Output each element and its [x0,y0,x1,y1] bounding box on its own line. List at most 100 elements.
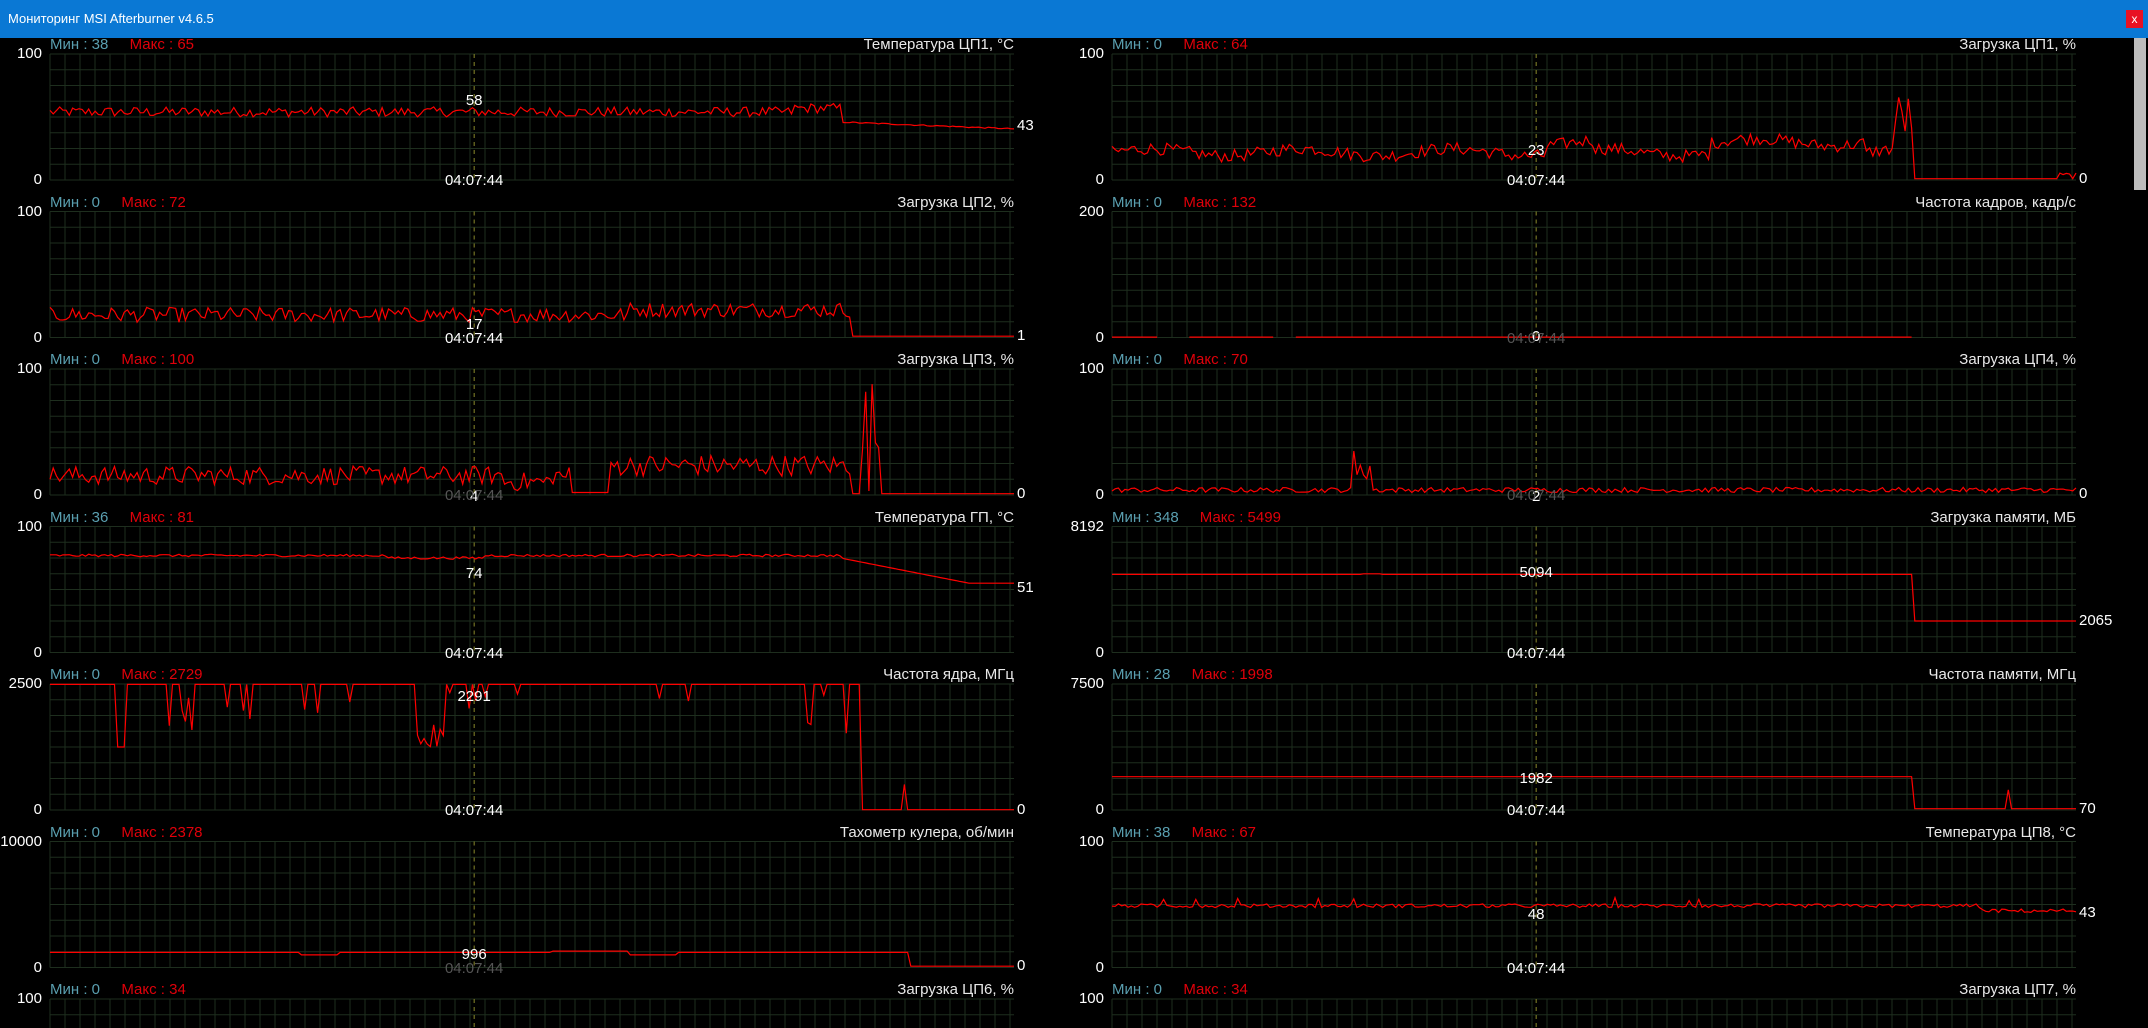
panel-8-min-label: Мин : 0 [50,666,101,683]
panel-13-title: Загрузка ЦП7, % [1959,981,2076,998]
panel-8-title: Частота ядра, МГц [883,666,1014,683]
panel-5-title: Загрузка ЦП4, % [1959,351,2076,368]
panel-0-min-label: Мин : 38 [50,38,109,53]
panel-6-timestamp: 04:07:44 [444,644,504,662]
panel-12-ymax-label: 100 [16,990,42,1007]
panel-8-grid [49,683,1014,811]
panel-7-timestamp: 04:07:44 [1506,644,1566,662]
panel-1-timestamp: 04:07:44 [1506,172,1566,189]
panel-7-title: Загрузка памяти, МБ [1930,508,2076,526]
panel-1-title: Загрузка ЦП1, % [1959,38,2076,53]
panel-7-grid [1111,526,2076,653]
panel-9-min-label: Мин : 28 [1112,666,1171,683]
panel-0-title: Температура ЦП1, °C [863,38,1014,53]
panel-2-ymin-label: 0 [33,328,42,346]
panel-4-timestamp: 04:07:44 [444,487,504,504]
panel-12-max-label: Макс : 34 [121,981,186,998]
panel-0-ymax-label: 100 [16,45,42,62]
panel-5-grid [1111,368,2076,496]
panel-1-max-label: Макс : 64 [1183,38,1248,53]
panel-13-max-label: Макс : 34 [1183,981,1248,998]
panel-6-ymax-label: 100 [16,517,42,535]
panel-13-grid [1111,998,2076,1028]
panel-3-title: Частота кадров, кадр/с [1915,193,2076,211]
panel-5-ymax-label: 100 [1078,360,1104,377]
panel-8-current-value: 0 [1017,800,1026,818]
panel-9-timestamp: 04:07:44 [1506,802,1566,819]
panel-12-grid [49,998,1014,1028]
panel-1-series-line [1111,97,2077,180]
panel-11-cursor-value: 48 [1527,905,1545,923]
panel-1-ymin-label: 0 [1095,171,1104,188]
panel-2-series-line [49,301,1014,337]
panel-6-cursor-value: 74 [465,564,483,582]
panel-10-ymin-label: 0 [33,958,42,976]
close-button[interactable]: x [2126,10,2143,28]
panel-9-max-label: Макс : 1998 [1191,666,1273,683]
panel-13-ymax-label: 100 [1078,990,1104,1007]
panel-10-max-label: Макс : 2378 [121,823,203,841]
panel-0-max-label: Макс : 65 [129,38,195,53]
panel-11-ymax-label: 100 [1078,832,1104,850]
panel-11-min-label: Мин : 38 [1112,823,1171,841]
panel-6-max-label: Макс : 81 [129,508,195,526]
panel-8-cursor-value: 2291 [457,688,491,705]
panel-8-ymax-label: 2500 [8,675,42,692]
panel-9-title: Частота памяти, МГц [1928,666,2076,683]
panel-6-current-value: 51 [1017,579,1034,597]
panel-10-series-line [50,950,1014,967]
panel-10-title: Тахометр кулера, об/мин [839,823,1014,841]
panel-2-timestamp: 04:07:44 [444,329,504,347]
panel-10-current-value: 0 [1017,957,1026,975]
title-bar: Мониторинг MSI Afterburner v4.6.5 x [0,0,2148,38]
panel-5-min-label: Мин : 0 [1112,351,1163,368]
panel-0-cursor-value: 58 [465,92,483,109]
panel-8-max-label: Макс : 2729 [121,666,203,683]
panel-0-timestamp: 04:07:44 [444,172,504,189]
panel-0-ymin-label: 0 [33,171,42,188]
panel-6-ymin-label: 0 [33,643,42,661]
panel-7-current-value: 2065 [2079,612,2113,629]
panel-0-grid [49,53,1014,181]
panel-9-current-value: 70 [2079,799,2096,817]
panel-10-min-label: Мин : 0 [50,823,101,841]
panel-2-current-value: 1 [1017,327,1026,345]
panel-7-ymin-label: 0 [1095,643,1104,661]
panel-3-min-label: Мин : 0 [1112,193,1163,211]
panel-5-max-label: Макс : 70 [1183,351,1248,368]
panel-3-max-label: Макс : 132 [1183,193,1257,211]
panel-7-series-line [1112,573,2076,622]
panel-0-current-value: 43 [1017,116,1034,134]
panel-1-grid [1111,53,2076,181]
panel-9-grid [1111,683,2076,811]
panel-6-grid [49,526,1014,653]
panel-13-min-label: Мин : 0 [1112,981,1163,998]
panel-3-ymax-label: 200 [1078,202,1104,220]
panel-2-title: Загрузка ЦП2, % [897,193,1014,211]
panel-4-title: Загрузка ЦП3, % [897,351,1014,368]
panel-7-cursor-value: 5094 [1519,563,1553,581]
panel-8-ymin-label: 0 [33,801,42,818]
panel-2-max-label: Макс : 72 [121,193,186,211]
monitoring-graph-area[interactable]: Мин : 38 Макс : 65 Температура ЦП1, °C 100 0… [0,38,2130,1028]
panel-2-ymax-label: 100 [16,202,42,220]
panel-5-timestamp: 04:07:44 [1506,487,1566,504]
panel-11-title: Температура ЦП8, °C [1925,823,2076,841]
panel-11-timestamp: 04:07:44 [1506,959,1566,977]
scrollbar-thumb[interactable] [2134,38,2146,190]
panel-11-series-line [1111,895,2077,914]
panel-9-series-line [1112,776,2076,810]
panel-2-min-label: Мин : 0 [50,193,101,211]
panel-9-cursor-value: 1982 [1519,770,1553,787]
panel-11-ymin-label: 0 [1095,958,1104,976]
panel-7-ymax-label: 8192 [1070,517,1104,535]
panel-4-min-label: Мин : 0 [50,351,101,368]
panel-9-ymin-label: 0 [1095,801,1104,818]
panel-12-min-label: Мин : 0 [50,981,101,998]
vertical-scrollbar[interactable] [2130,38,2148,1028]
panel-6-series-line [50,553,1014,584]
panel-11-max-label: Макс : 67 [1191,823,1257,841]
panel-5-ymin-label: 0 [1095,486,1104,503]
panel-8-timestamp: 04:07:44 [444,802,504,819]
panel-1-current-value: 0 [2079,169,2088,187]
